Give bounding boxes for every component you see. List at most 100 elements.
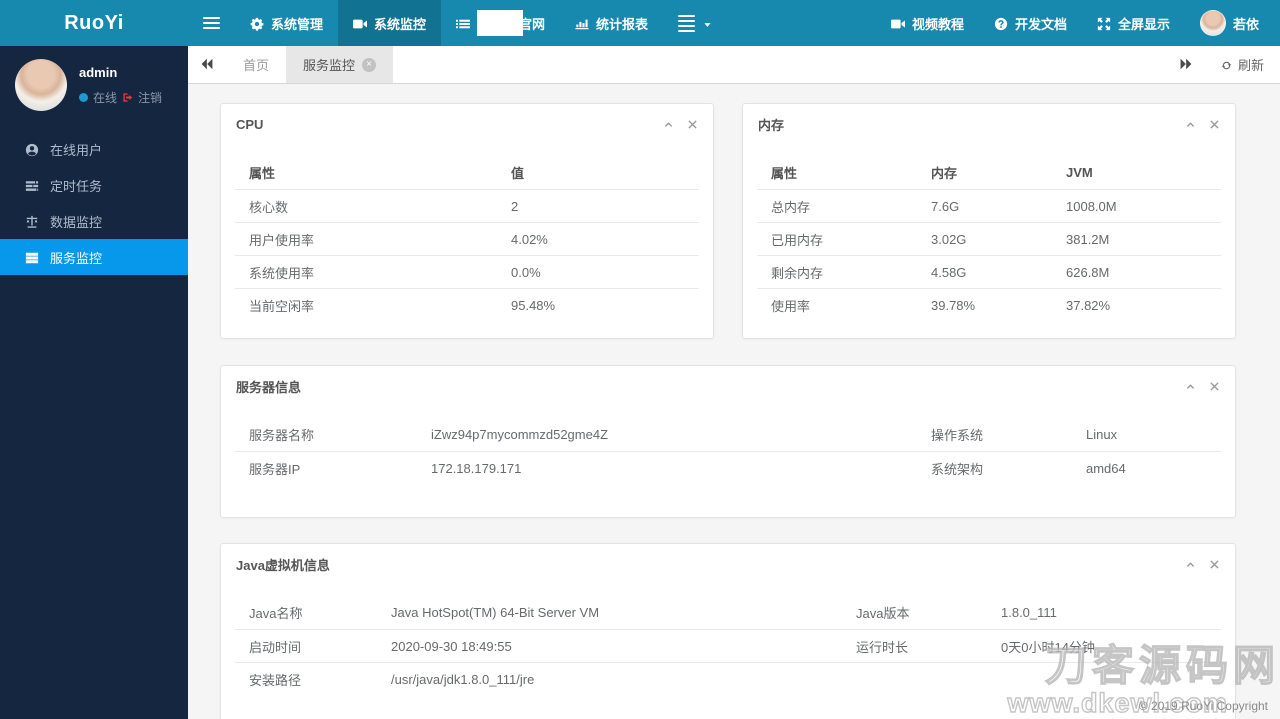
sidebar-item-label: 数据监控 (50, 214, 103, 230)
copyright-footer: © 2019 RuoYi Copyright (1138, 699, 1268, 713)
tab-service-monitor[interactable]: 服务监控 × (286, 46, 394, 83)
panel-jvm-info: Java虚拟机信息 Java名称 Java HotSpot(TM) 64-Bit … (220, 543, 1236, 719)
chevron-up-icon[interactable] (1185, 119, 1196, 130)
list-icon (456, 15, 471, 31)
refresh-label: 刷新 (1237, 58, 1264, 73)
question-circle-icon (994, 15, 1008, 31)
jvm-table: Java名称 Java HotSpot(TM) 64-Bit Server VM … (235, 596, 1221, 695)
tab-home[interactable]: 首页 (226, 46, 286, 83)
close-icon[interactable] (687, 119, 698, 130)
close-icon[interactable] (1209, 119, 1220, 130)
panel-memory: 内存 属性 内存 JVM 总内存 7.6G 1008.0M 已用内存 3.02G 381.2… (742, 103, 1236, 339)
nav-item-video-tutorial[interactable]: 视频教程 (876, 0, 979, 46)
fullscreen-icon (1097, 15, 1111, 31)
table-row: 安装路径/usr/java/jdk1.8.0_111/jre (235, 662, 1221, 695)
nav-item-system-monitor[interactable]: 系统监控 (338, 0, 442, 46)
navbar-right-group: 视频教程 开发文档 全屏显示 若依 (876, 0, 1280, 46)
table-row: 核心数 2 (235, 189, 699, 222)
nav-item-label: 系统管理 (271, 16, 324, 32)
video-camera-icon (890, 15, 905, 31)
top-navbar: RuoYi 系统管理 系统监控 官网 官网 官网 统计报表 视频教程 开发 (0, 0, 1280, 46)
bar-chart-icon (575, 15, 589, 31)
table-header-row: 属性值 (249, 166, 525, 181)
nav-item-label: 系统监控 (374, 16, 427, 32)
sign-out-icon (122, 90, 133, 104)
panel-server-info: 服务器信息 服务器名称 iZwz94p7mycommzd52gme4Z 操作系统 L… (220, 365, 1236, 518)
panel-title: 服务器信息 (236, 379, 302, 395)
table-header-row: 属性 内存 JVM (771, 165, 1093, 181)
nav-item-reports[interactable]: 统计报表 (560, 0, 663, 46)
collapse-left-icon (200, 56, 214, 74)
user-avatar[interactable] (15, 59, 67, 111)
table-row: 总内存 7.6G 1008.0M (757, 189, 1221, 222)
panel-title: CPU (236, 116, 264, 132)
close-icon[interactable] (1209, 559, 1220, 570)
menu-icon (678, 14, 696, 32)
sidebar-toggle-button[interactable] (188, 0, 235, 46)
table-row: 服务器名称 iZwz94p7mycommzd52gme4Z 操作系统 Linux (249, 427, 1118, 443)
nav-item-label: 全屏显示 (1117, 16, 1170, 32)
tab-bar: 首页 服务监控 × 刷新 (188, 46, 1280, 84)
gear-icon (250, 15, 264, 31)
sidebar: admin 在线 注销 在线用户 定时任务 数据监控 服务监控 (0, 46, 188, 719)
table-row: 当前空闲率 95.48% (235, 288, 699, 321)
sidebar-item-service-monitor[interactable]: 服务监控 (0, 239, 188, 275)
tasks-icon (25, 177, 39, 193)
panel-title: Java虚拟机信息 (236, 557, 330, 573)
tabs-scroll-left-button[interactable] (188, 46, 226, 83)
table-row: 已用内存 3.02G 381.2M (757, 222, 1221, 255)
online-dot-icon (79, 92, 88, 102)
sidebar-item-label: 定时任务 (50, 178, 103, 194)
nav-item-website[interactable]: 官网 (483, 0, 560, 46)
logout-link[interactable]: 注销 (138, 89, 162, 106)
sidebar-item-label: 在线用户 (50, 142, 103, 158)
tab-label: 服务监控 (303, 58, 356, 73)
nav-item-label: 官网 (519, 16, 546, 32)
table-row: 系统使用率 0.0% (235, 255, 699, 288)
sidebar-item-data-monitor[interactable]: 数据监控 (0, 203, 188, 239)
nav-user-menu[interactable]: 若依 (1185, 0, 1274, 46)
table-row: 使用率 39.78% 37.82% (757, 288, 1221, 321)
refresh-icon (1221, 57, 1232, 72)
nav-item-label: 视频教程 (911, 16, 964, 32)
memory-table: 属性 内存 JVM 总内存 7.6G 1008.0M 已用内存 3.02G 381.2M 剩… (757, 156, 1221, 321)
table-row: Java名称 Java HotSpot(TM) 64-Bit Server VM … (249, 605, 1057, 621)
tabs-scroll-right-button[interactable] (1167, 46, 1205, 83)
chevron-up-icon[interactable] (663, 119, 674, 130)
hamburger-icon (203, 17, 220, 29)
nav-item-label: 开发文档 (1014, 16, 1067, 32)
user-avatar (1199, 10, 1226, 36)
sidebar-item-label: 服务监控 (50, 250, 103, 266)
tab-close-icon[interactable]: × (362, 57, 377, 72)
nav-item-fullscreen[interactable]: 全屏显示 (1082, 0, 1185, 46)
caret-down-icon (702, 16, 713, 31)
monitor-scale-icon (25, 213, 39, 229)
server-icon (25, 249, 39, 265)
sidebar-user-panel: admin 在线 注销 (0, 46, 188, 121)
chevron-up-icon[interactable] (1185, 381, 1196, 392)
nav-more-menu-button[interactable] (663, 0, 728, 46)
chevron-up-icon[interactable] (1185, 559, 1196, 570)
app-logo[interactable]: RuoYi (0, 0, 188, 46)
sidebar-menu: 在线用户 定时任务 数据监控 服务监控 (0, 131, 188, 275)
table-row: 启动时间 2020-09-30 18:49:55 运行时长 0天0小时14分钟 (235, 629, 1221, 662)
nav-item-dev-docs[interactable]: 开发文档 (979, 0, 1082, 46)
video-camera-icon (353, 15, 368, 31)
user-name: admin (79, 64, 118, 80)
close-icon[interactable] (1209, 381, 1220, 392)
refresh-button[interactable]: 刷新 (1205, 46, 1280, 83)
cpu-table: 属性值 核心数 2 用户使用率 4.02% 系统使用率 0.0% 当前空闲率 95.48… (235, 156, 699, 321)
table-row: 服务器IP 172.18.179.171 系统架构 amd64 (235, 451, 1221, 484)
table-row: 用户使用率 4.02% (235, 222, 699, 255)
sidebar-item-online-users[interactable]: 在线用户 (0, 131, 188, 167)
table-row: 剩余内存 4.58G 626.8M (757, 255, 1221, 288)
sidebar-item-scheduled-tasks[interactable]: 定时任务 (0, 167, 188, 203)
tab-label: 首页 (243, 58, 270, 73)
forward-icon (1179, 56, 1193, 74)
panel-title: 内存 (758, 117, 785, 133)
main-content: CPU 属性值 核心数 2 用户使用率 4.02% 系统使用率 0.0% 当前空闲率 9… (188, 84, 1280, 719)
user-circle-icon (25, 141, 39, 157)
user-name-label: 若依 (1232, 16, 1259, 32)
nav-item-system-manage[interactable]: 系统管理 (235, 0, 338, 46)
server-table: 服务器名称 iZwz94p7mycommzd52gme4Z 操作系统 Linux 服… (235, 418, 1221, 484)
